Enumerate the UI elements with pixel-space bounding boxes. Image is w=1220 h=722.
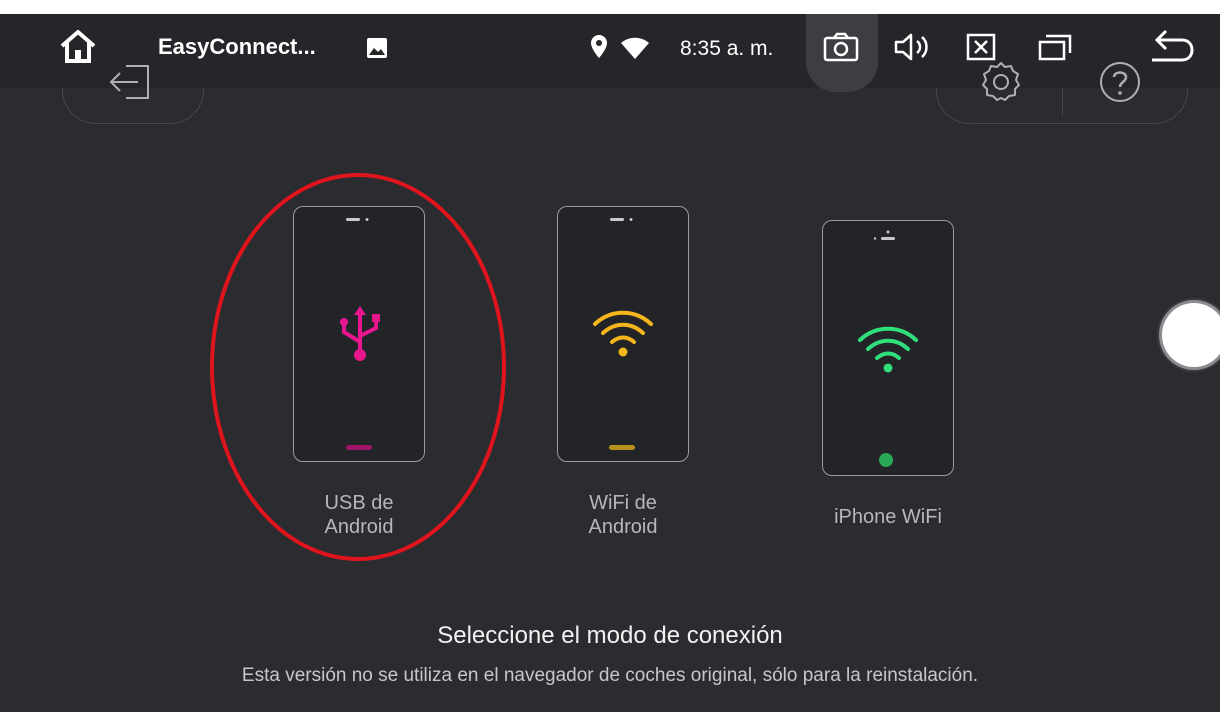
location-icon xyxy=(591,35,607,58)
app-title: EasyConnect... xyxy=(158,34,316,59)
selection-title: Seleccione el modo de conexión xyxy=(437,622,783,649)
label-line: WiFi de xyxy=(589,492,657,514)
floating-assistive-button[interactable] xyxy=(1162,303,1220,367)
recent-apps-icon[interactable] xyxy=(1038,33,1072,61)
exit-icon[interactable] xyxy=(108,58,152,102)
clock: 8:35 a. m. xyxy=(680,37,774,60)
camera-icon[interactable] xyxy=(823,32,859,62)
home-button xyxy=(879,453,893,467)
selection-subtitle: Esta versión no se utiliza en el navegad… xyxy=(241,665,979,686)
phone-speaker xyxy=(610,218,633,221)
label-line: iPhone WiFi xyxy=(834,506,942,528)
wifi-status-icon xyxy=(621,37,649,59)
home-indicator xyxy=(609,445,635,450)
label-line: Android xyxy=(588,516,658,538)
screenshot-top-border xyxy=(0,0,1220,14)
wifi-icon xyxy=(593,310,653,357)
back-icon[interactable] xyxy=(1150,28,1194,64)
iphone-wifi-label[interactable]: iPhone WiFi xyxy=(818,505,958,529)
wifi-android-label[interactable]: WiFi de Android xyxy=(553,491,693,539)
screenshot-bottom-border xyxy=(0,712,1220,722)
gear-icon[interactable] xyxy=(978,58,1024,104)
image-notification-icon xyxy=(367,38,387,58)
red-annotation-circle xyxy=(210,173,506,561)
volume-icon[interactable] xyxy=(893,32,933,62)
wifi-icon xyxy=(858,326,918,373)
help-icon[interactable] xyxy=(1098,60,1142,104)
home-icon[interactable] xyxy=(58,28,98,64)
phone-speaker xyxy=(873,230,895,240)
